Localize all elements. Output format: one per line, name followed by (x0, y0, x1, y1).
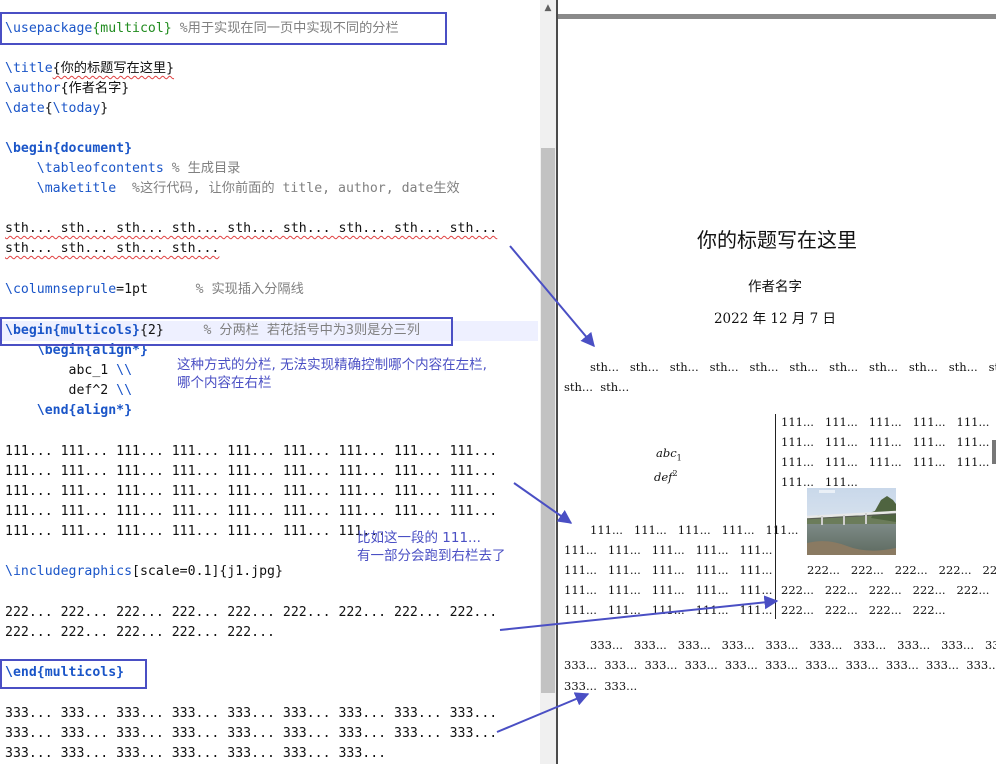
arrow-sth-to-pdf (509, 245, 595, 348)
arrow-twos-to-pdf (499, 595, 779, 631)
arrow-threes-to-pdf (496, 692, 590, 733)
arrow-ones-to-pdf (513, 482, 573, 524)
annotation-arrows (496, 245, 779, 733)
